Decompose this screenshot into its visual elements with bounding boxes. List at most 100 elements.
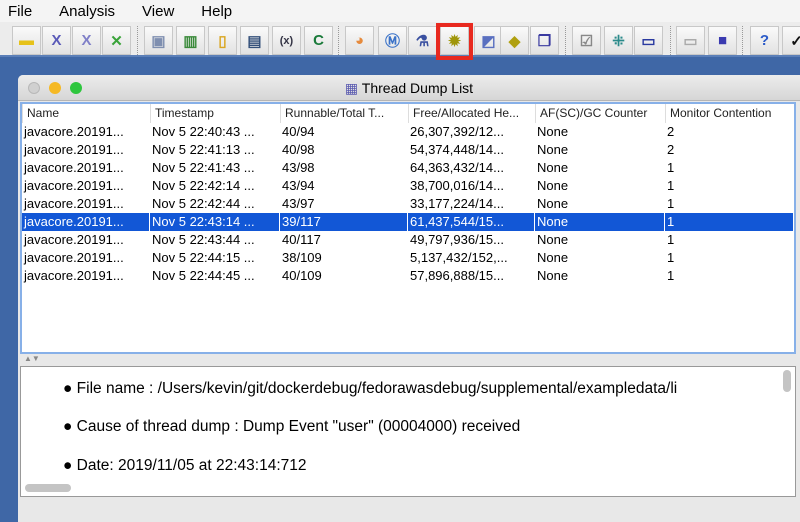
close-x-button[interactable]: X: [42, 26, 71, 55]
table-row[interactable]: javacore.20191... Nov 5 22:41:13 ... 40/98…: [22, 141, 794, 159]
table-cell: 2: [667, 124, 675, 139]
monitor-m-button[interactable]: Ⓜ: [378, 26, 407, 55]
vertical-scrollbar[interactable]: [783, 370, 791, 392]
split-pane-divider[interactable]: ▲▼: [20, 354, 796, 366]
table-row[interactable]: javacore.20191... Nov 5 22:43:14 ... 39/11…: [22, 213, 794, 231]
tag-icon: ◆: [508, 32, 521, 50]
pie-chart-icon: ◕: [354, 32, 365, 49]
table-row[interactable]: javacore.20191... Nov 5 22:42:14 ... 43/94…: [22, 177, 794, 195]
table-cell: 1: [667, 196, 675, 211]
pie-chart-button[interactable]: ◕: [345, 26, 374, 55]
details-panel: ● File name : /Users/kevin/git/dockerdeb…: [20, 366, 796, 497]
detail-file-name: ● File name : /Users/kevin/git/dockerdeb…: [63, 380, 678, 397]
table-cell: 43/97: [282, 196, 315, 211]
memory-button[interactable]: ▥: [176, 26, 205, 55]
cpu-icon: ▣: [151, 32, 166, 50]
monitor-icon: ■: [717, 32, 728, 49]
display-icon: ▭: [641, 32, 656, 50]
table-row[interactable]: javacore.20191... Nov 5 22:41:43 ... 43/98…: [22, 159, 794, 177]
table-cell: javacore.20191...: [24, 196, 124, 211]
table-cell: Nov 5 22:41:43 ...: [152, 160, 255, 175]
column-header[interactable]: Monitor Contention: [665, 104, 794, 123]
table-cell: 40/109: [282, 268, 322, 283]
table-cell: javacore.20191...: [22, 213, 150, 231]
column-header[interactable]: Free/Allocated He...: [408, 104, 535, 123]
close-x-icon: X: [51, 32, 62, 49]
screen-compare-button[interactable]: ◩: [474, 26, 503, 55]
table-cell: 1: [667, 232, 675, 247]
checklist-icon: ☑: [579, 32, 594, 50]
window-title: Thread Dump List: [361, 80, 474, 96]
table-cell: Nov 5 22:41:13 ...: [152, 142, 255, 157]
class-icon: C: [313, 32, 324, 49]
grid-button[interactable]: ⁜: [604, 26, 633, 55]
table-row[interactable]: javacore.20191... Nov 5 22:44:15 ... 38/10…: [22, 249, 794, 267]
table-cell: Nov 5 22:40:43 ...: [152, 124, 255, 139]
table-cell: None: [535, 213, 665, 231]
table-cell: 64,363,432/14...: [410, 160, 504, 175]
help-icon: ?: [759, 32, 770, 49]
table-cell: 57,896,888/15...: [410, 268, 504, 283]
table-cell: None: [537, 232, 569, 247]
green-x-button[interactable]: ✕: [102, 26, 131, 55]
cpu-button[interactable]: ▣: [144, 26, 173, 55]
zoom-button[interactable]: [70, 82, 82, 94]
minimize-button[interactable]: [49, 82, 61, 94]
close-button[interactable]: [28, 82, 40, 94]
window-list-button[interactable]: ▤: [240, 26, 269, 55]
table-cell: None: [537, 178, 569, 193]
toolbar: ▬ X X ✕ ▣ ▥ ▯ ▤ (x) C ◕ Ⓜ ⚗ ✹ ◩ ◆ ❐ ☑ ⁜ ▭ ▭ ■? ✓: [0, 22, 800, 57]
container-button[interactable]: ▯: [208, 26, 237, 55]
menu-help[interactable]: Help: [193, 3, 232, 20]
display-button[interactable]: ▭: [634, 26, 663, 55]
close-all-x-icon: X: [81, 32, 92, 49]
table-row[interactable]: javacore.20191... Nov 5 22:40:43 ... 40/94…: [22, 123, 794, 141]
green-x-icon: ✕: [110, 32, 123, 50]
check-button[interactable]: ✓: [782, 26, 800, 55]
column-header[interactable]: Runnable/Total T...: [280, 104, 408, 123]
checklist-button[interactable]: ☑: [572, 26, 601, 55]
close-all-x-button[interactable]: X: [72, 26, 101, 55]
table-row[interactable]: javacore.20191... Nov 5 22:43:44 ... 40/11…: [22, 231, 794, 249]
tag-button[interactable]: ◆: [500, 26, 529, 55]
table-cell: 1: [667, 160, 675, 175]
microscope-button[interactable]: ⚗: [408, 26, 437, 55]
table-cell: javacore.20191...: [24, 178, 124, 193]
table-cell: 43/94: [282, 178, 315, 193]
detail-text: File name : /Users/kevin/git/dockerdebug…: [76, 380, 678, 397]
toolbar-separator: [565, 26, 566, 55]
table-cell: Nov 5 22:42:44 ...: [152, 196, 255, 211]
table-cell: Nov 5 22:43:14 ...: [150, 213, 280, 231]
table-row[interactable]: javacore.20191... Nov 5 22:44:45 ... 40/10…: [22, 267, 794, 285]
memory-icon: ▥: [183, 32, 198, 50]
monitor-button[interactable]: ■: [708, 26, 737, 55]
column-header[interactable]: Timestamp: [150, 104, 280, 123]
highlight-box: [436, 23, 473, 60]
horizontal-scrollbar[interactable]: [25, 484, 71, 492]
table-cell: Nov 5 22:44:15 ...: [152, 250, 255, 265]
variable-button[interactable]: (x): [272, 26, 301, 55]
table-cell: 39/117: [280, 213, 408, 231]
menu-file[interactable]: File: [0, 3, 32, 20]
toolbar-separator: [338, 26, 339, 55]
class-button[interactable]: C: [304, 26, 333, 55]
table-cell: javacore.20191...: [24, 124, 124, 139]
monitor-m-icon: Ⓜ: [384, 33, 400, 50]
table-cell: javacore.20191...: [24, 232, 124, 247]
menu-analysis[interactable]: Analysis: [51, 3, 115, 20]
menu-bar: File Analysis View Help: [0, 0, 800, 22]
column-header[interactable]: AF(SC)/GC Counter: [535, 104, 665, 123]
column-header[interactable]: Name: [22, 104, 150, 123]
bar-button[interactable]: ▭: [676, 26, 705, 55]
table-row[interactable]: javacore.20191... Nov 5 22:42:44 ... 43/97…: [22, 195, 794, 213]
help-button[interactable]: ?: [750, 26, 779, 55]
table-cell: 40/94: [282, 124, 315, 139]
table-cell: 61,437,544/15...: [408, 213, 535, 231]
table-cell: javacore.20191...: [24, 142, 124, 157]
open-folder-button[interactable]: ▬: [12, 26, 41, 55]
variable-icon: (x): [279, 34, 294, 47]
detail-cause: ● Cause of thread dump : Dump Event "use…: [63, 418, 521, 435]
menu-view[interactable]: View: [134, 3, 174, 20]
windows-button[interactable]: ❐: [530, 26, 559, 55]
table-cell: javacore.20191...: [24, 268, 124, 283]
